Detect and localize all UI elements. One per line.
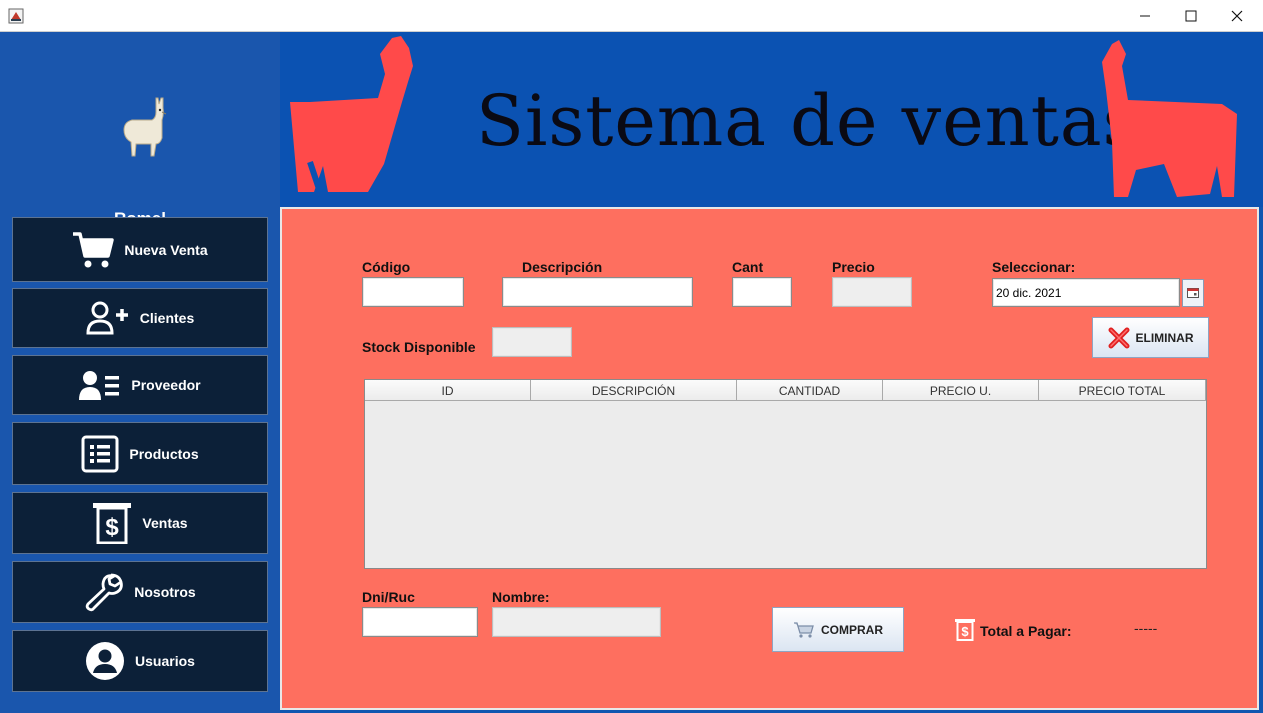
minimize-icon — [1140, 15, 1150, 17]
nav-label-ventas: Ventas — [142, 515, 188, 531]
nav-nueva-venta-button[interactable]: Nueva Venta — [12, 217, 268, 282]
sidebar: Romel Nueva Venta Clientes — [0, 32, 280, 713]
nombre-input — [492, 607, 661, 637]
codigo-label: Código — [362, 259, 411, 275]
eliminar-label: ELIMINAR — [1135, 330, 1194, 345]
wrench-icon — [84, 572, 124, 612]
llama-right-icon — [1102, 40, 1237, 197]
date-input[interactable] — [992, 278, 1180, 307]
sale-items-table[interactable]: ID DESCRIPCIÓN CANTIDAD PRECIO U. PRECIO… — [364, 379, 1207, 569]
nav-ventas-button[interactable]: $ Ventas — [12, 492, 268, 554]
column-header-precio-u[interactable]: PRECIO U. — [883, 380, 1039, 401]
llama-avatar-icon — [123, 97, 167, 157]
svg-text:$: $ — [961, 624, 969, 639]
java-app-icon — [8, 8, 24, 24]
add-user-icon — [86, 301, 130, 335]
sale-form-panel: Código Descripción Cant Precio Seleccion… — [280, 207, 1259, 710]
cart-icon — [72, 231, 115, 269]
receipt-dollar-icon: $ — [92, 502, 132, 544]
contact-list-icon — [79, 370, 121, 400]
column-header-cantidad[interactable]: CANTIDAD — [737, 380, 883, 401]
close-button[interactable] — [1214, 0, 1260, 32]
calendar-icon — [1187, 288, 1199, 298]
total-value: ----- — [1134, 620, 1158, 636]
descripcion-label: Descripción — [522, 259, 603, 275]
minimize-button[interactable] — [1122, 0, 1168, 32]
user-circle-icon — [85, 641, 125, 681]
column-header-precio-total[interactable]: PRECIO TOTAL — [1039, 380, 1206, 401]
nav-clientes-button[interactable]: Clientes — [12, 288, 268, 348]
stock-label: Stock Disponible — [362, 339, 476, 355]
nav-label-productos: Productos — [129, 445, 199, 462]
header-banner: Sistema de ventas — [280, 32, 1263, 207]
column-header-descripcion[interactable]: DESCRIPCIÓN — [531, 380, 737, 401]
nav-label-proveedor: Proveedor — [131, 377, 201, 393]
eliminar-button[interactable]: ELIMINAR — [1092, 317, 1209, 358]
cant-label: Cant — [732, 259, 764, 275]
nav-label-clientes: Clientes — [139, 310, 195, 326]
dni-label: Dni/Ruc — [362, 589, 415, 605]
precio-label: Precio — [832, 259, 875, 275]
nav-usuarios-button[interactable]: Usuarios — [12, 630, 268, 692]
seleccionar-label: Seleccionar: — [992, 259, 1076, 275]
cart-icon — [794, 621, 814, 638]
dollar-receipt-icon: $ — [955, 619, 975, 641]
precio-input — [832, 277, 912, 307]
maximize-icon — [1185, 10, 1197, 22]
nav-proveedor-button[interactable]: Proveedor — [12, 355, 268, 415]
codigo-input[interactable] — [362, 277, 464, 307]
title-bar — [0, 0, 1263, 32]
date-picker-button[interactable] — [1182, 279, 1204, 307]
total-label: Total a Pagar: — [980, 623, 1072, 639]
column-header-id[interactable]: ID — [365, 380, 531, 401]
nombre-label: Nombre: — [492, 589, 550, 605]
maximize-button[interactable] — [1168, 0, 1214, 32]
delete-x-icon — [1108, 327, 1129, 348]
nav-label-nosotros: Nosotros — [134, 584, 196, 600]
svg-text:$: $ — [106, 514, 120, 541]
comprar-label: COMPRAR — [821, 622, 883, 637]
nav-label-nueva-venta: Nueva Venta — [124, 241, 208, 258]
list-icon — [81, 435, 119, 473]
close-icon — [1231, 10, 1243, 22]
app-window: Romel Nueva Venta Clientes — [0, 0, 1263, 713]
nav-productos-button[interactable]: Productos — [12, 422, 268, 485]
nav-nosotros-button[interactable]: Nosotros — [12, 561, 268, 623]
comprar-button[interactable]: COMPRAR — [772, 607, 904, 652]
stock-input — [492, 327, 572, 357]
descripcion-input[interactable] — [502, 277, 693, 307]
cant-input[interactable] — [732, 277, 792, 307]
banner-title: Sistema de ventas — [476, 80, 1140, 162]
llama-left-icon — [290, 36, 413, 193]
dni-input[interactable] — [362, 607, 478, 637]
table-header: ID DESCRIPCIÓN CANTIDAD PRECIO U. PRECIO… — [365, 380, 1206, 401]
nav-label-usuarios: Usuarios — [135, 653, 195, 669]
